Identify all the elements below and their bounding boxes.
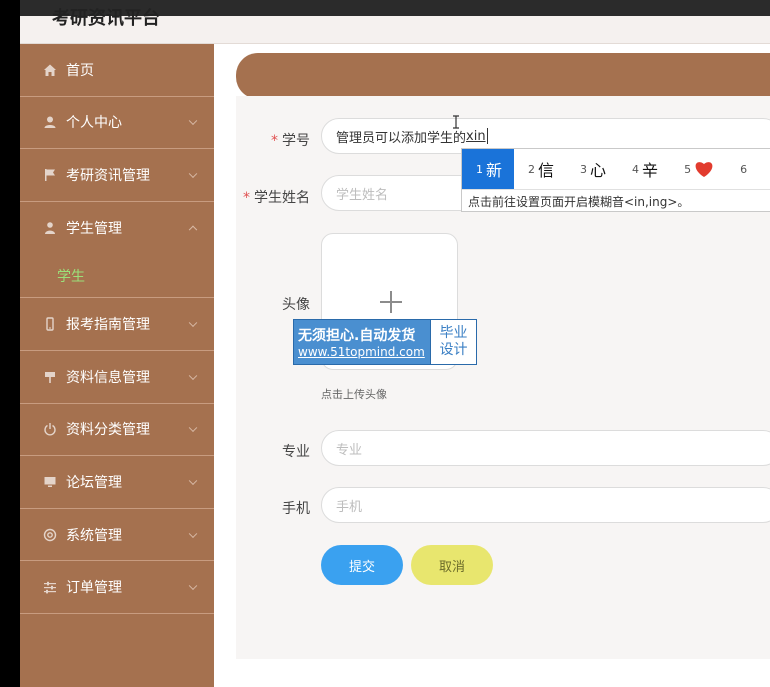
chevron-down-icon (188, 318, 198, 328)
monitor-icon (42, 474, 58, 490)
student-id-value: 管理员可以添加学生的 (336, 130, 467, 146)
sidebar-item-forum[interactable]: 论坛管理 (20, 456, 214, 509)
sidebar-item-label: 报考指南管理 (66, 317, 150, 334)
sidebar-item-label: 学生管理 (66, 221, 122, 238)
app-title: 考研资讯平台 (52, 8, 160, 29)
watermark-line1: 无须担心.自动发货 (298, 328, 416, 344)
sidebar-item-label: 订单管理 (66, 580, 122, 597)
major-placeholder: 专业 (336, 442, 363, 458)
sidebar-item-categories[interactable]: 资料分类管理 (20, 404, 214, 457)
chevron-down-icon (188, 529, 198, 538)
phone-label: 手机 (282, 501, 310, 517)
sign-icon (42, 369, 58, 385)
student-name-label: * 学生姓名 (243, 190, 310, 206)
text-caret (486, 128, 488, 144)
chevron-down-icon (188, 169, 198, 179)
sidebar-item-orders[interactable]: 订单管理 (20, 561, 214, 614)
page-banner (236, 53, 770, 99)
avatar-label: 头像 (282, 297, 310, 313)
sidebar-item-students[interactable]: 学生管理 (20, 202, 214, 255)
ime-hint-text[interactable]: 点击前往设置页面开启模糊音<in,ing>。 (462, 189, 770, 212)
sidebar-item-system[interactable]: 系统管理 (20, 509, 214, 562)
text-cursor-icon (453, 115, 459, 129)
heart-icon (695, 162, 713, 177)
chevron-down-icon (188, 476, 198, 485)
ime-composition-text: xin (466, 128, 486, 144)
student-icon (42, 220, 58, 236)
watermark-line2: www.51topmind.com (298, 345, 425, 359)
ime-candidate-6[interactable]: 6 (726, 149, 762, 189)
sidebar-item-label: 首页 (66, 62, 94, 79)
sidebar-item-news[interactable]: 考研资讯管理 (20, 149, 214, 202)
cancel-button[interactable]: 取消 (411, 545, 493, 585)
submit-button[interactable]: 提交 (321, 545, 403, 585)
phone-placeholder: 手机 (336, 499, 363, 515)
chevron-down-icon (188, 371, 198, 380)
ime-candidate-list: 1新 2信 3心 4辛 5 6 (462, 149, 770, 189)
plus-icon-vertical (390, 291, 392, 313)
phone-field[interactable]: 手机 (321, 487, 770, 523)
sidebar: 首页 个人中心 考研资讯管理 学生管理 学生 报考指南管理 资料信息管理 资料分… (20, 44, 214, 687)
home-icon (42, 62, 58, 78)
ime-candidate-4[interactable]: 4辛 (618, 149, 670, 189)
watermark-right2: 设计 (439, 342, 468, 358)
required-mark: * (243, 190, 250, 206)
required-mark: * (271, 133, 278, 149)
flag-icon (42, 167, 58, 183)
sidebar-item-label: 论坛管理 (66, 474, 122, 491)
ime-candidate-1[interactable]: 1新 (462, 149, 515, 189)
ime-candidate-2[interactable]: 2信 (514, 149, 566, 189)
student-id-label: * 学号 (271, 133, 310, 149)
main-content: * 学号 管理员可以添加学生的 xin * 学生姓名 学生姓名 头像 无须担心.自动发… (214, 44, 770, 687)
ime-candidate-3[interactable]: 3心 (566, 149, 618, 189)
sidebar-item-home[interactable]: 首页 (20, 44, 214, 97)
sidebar-item-label: 资料信息管理 (66, 369, 150, 386)
sidebar-item-label: 个人中心 (66, 115, 122, 132)
sidebar-item-materials[interactable]: 资料信息管理 (20, 351, 214, 404)
chevron-down-icon (188, 116, 198, 126)
left-window-strip (0, 0, 20, 687)
watermark-right1: 毕业 (439, 325, 468, 341)
sidebar-item-label: 资料分类管理 (66, 422, 150, 439)
sidebar-item-label: 系统管理 (66, 527, 122, 544)
chevron-down-icon (188, 581, 198, 591)
gear-icon (42, 527, 58, 543)
avatar-upload-hint: 点击上传头像 (321, 388, 387, 401)
sidebar-subitem-label: 学生 (57, 268, 85, 285)
watermark-badge: 无须担心.自动发货 www.51topmind.com 毕业 设计 (293, 319, 477, 365)
ime-candidate-5[interactable]: 5 (670, 149, 726, 189)
sidebar-item-label: 考研资讯管理 (66, 167, 150, 184)
phone-icon (42, 316, 58, 332)
power-icon (42, 421, 58, 437)
ime-candidate-popup: 1新 2信 3心 4辛 5 6 点击前往设置页面开启模糊音<in,ing>。 (461, 148, 770, 212)
user-icon (42, 114, 58, 130)
chevron-up-icon (188, 225, 198, 235)
sidebar-item-guide[interactable]: 报考指南管理 (20, 298, 214, 351)
major-label: 专业 (282, 444, 310, 460)
sliders-icon (42, 579, 58, 595)
sidebar-item-profile[interactable]: 个人中心 (20, 97, 214, 150)
student-name-placeholder: 学生姓名 (336, 187, 389, 203)
major-field[interactable]: 专业 (321, 430, 770, 466)
app-header: 考研资讯平台 (20, 8, 770, 44)
sidebar-subitem-student[interactable]: 学生 (20, 254, 214, 299)
chevron-down-icon (188, 423, 198, 433)
